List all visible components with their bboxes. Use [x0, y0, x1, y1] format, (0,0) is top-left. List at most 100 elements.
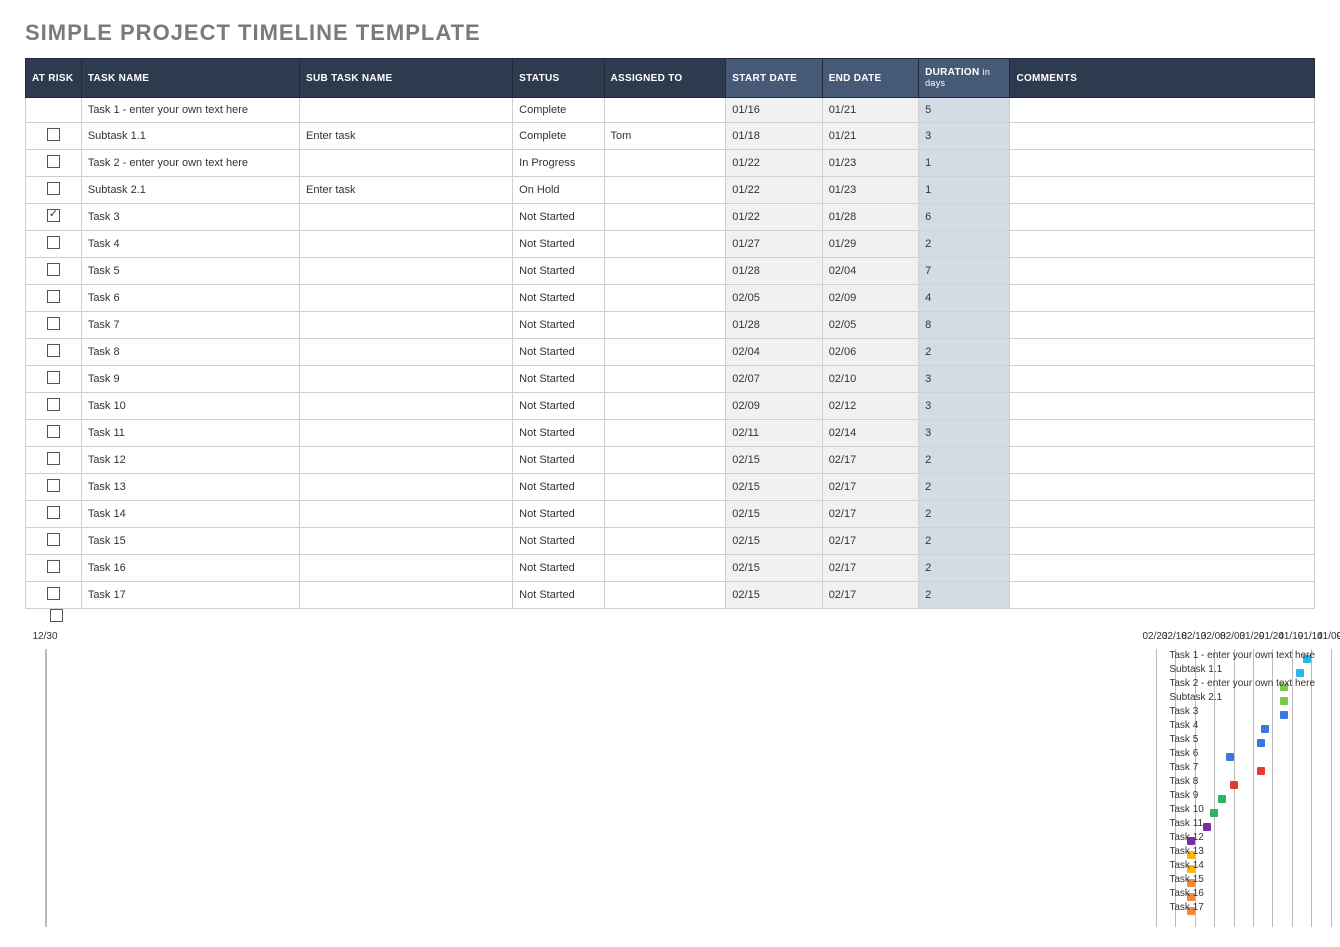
assigned-cell[interactable]	[604, 258, 726, 285]
assigned-cell[interactable]	[604, 339, 726, 366]
start-date-cell[interactable]: 02/15	[726, 555, 822, 582]
end-date-cell[interactable]: 01/23	[822, 150, 918, 177]
task-name-cell[interactable]: Task 1 - enter your own text here	[81, 98, 299, 123]
start-date-cell[interactable]: 01/27	[726, 231, 822, 258]
assigned-cell[interactable]	[604, 501, 726, 528]
comments-cell[interactable]	[1010, 447, 1315, 474]
comments-cell[interactable]	[1010, 150, 1315, 177]
comments-cell[interactable]	[1010, 177, 1315, 204]
assigned-cell[interactable]	[604, 393, 726, 420]
sub-task-cell[interactable]	[300, 420, 513, 447]
comments-cell[interactable]	[1010, 204, 1315, 231]
comments-cell[interactable]	[1010, 98, 1315, 123]
at-risk-checkbox[interactable]	[47, 155, 60, 168]
end-date-cell[interactable]: 01/28	[822, 204, 918, 231]
assigned-cell[interactable]	[604, 312, 726, 339]
assigned-cell[interactable]	[604, 177, 726, 204]
start-date-cell[interactable]: 02/04	[726, 339, 822, 366]
status-cell[interactable]: Not Started	[513, 501, 604, 528]
status-cell[interactable]: Not Started	[513, 339, 604, 366]
task-name-cell[interactable]: Task 12	[81, 447, 299, 474]
end-date-cell[interactable]: 02/17	[822, 555, 918, 582]
status-cell[interactable]: Not Started	[513, 366, 604, 393]
status-cell[interactable]: Not Started	[513, 474, 604, 501]
task-name-cell[interactable]: Task 9	[81, 366, 299, 393]
task-name-cell[interactable]: Task 2 - enter your own text here	[81, 150, 299, 177]
at-risk-checkbox[interactable]	[47, 317, 60, 330]
start-date-cell[interactable]: 01/18	[726, 123, 822, 150]
at-risk-checkbox[interactable]	[47, 263, 60, 276]
status-cell[interactable]: Not Started	[513, 528, 604, 555]
comments-cell[interactable]	[1010, 339, 1315, 366]
task-name-cell[interactable]: Task 16	[81, 555, 299, 582]
status-cell[interactable]: Complete	[513, 98, 604, 123]
end-date-cell[interactable]: 01/21	[822, 123, 918, 150]
start-date-cell[interactable]: 01/22	[726, 204, 822, 231]
sub-task-cell[interactable]	[300, 393, 513, 420]
at-risk-checkbox[interactable]	[47, 182, 60, 195]
end-date-cell[interactable]: 02/14	[822, 420, 918, 447]
start-date-cell[interactable]: 02/15	[726, 474, 822, 501]
sub-task-cell[interactable]: Enter task	[300, 177, 513, 204]
start-date-cell[interactable]: 01/28	[726, 258, 822, 285]
at-risk-checkbox[interactable]	[47, 290, 60, 303]
start-date-cell[interactable]: 02/09	[726, 393, 822, 420]
end-date-cell[interactable]: 02/17	[822, 582, 918, 609]
task-name-cell[interactable]: Task 11	[81, 420, 299, 447]
end-date-cell[interactable]: 02/17	[822, 528, 918, 555]
task-name-cell[interactable]: Task 10	[81, 393, 299, 420]
comments-cell[interactable]	[1010, 258, 1315, 285]
start-date-cell[interactable]: 02/15	[726, 447, 822, 474]
start-date-cell[interactable]: 02/15	[726, 501, 822, 528]
assigned-cell[interactable]	[604, 420, 726, 447]
sub-task-cell[interactable]	[300, 528, 513, 555]
sub-task-cell[interactable]	[300, 366, 513, 393]
at-risk-checkbox[interactable]	[47, 209, 60, 222]
start-date-cell[interactable]: 02/15	[726, 582, 822, 609]
end-date-cell[interactable]: 02/17	[822, 447, 918, 474]
at-risk-checkbox[interactable]	[47, 587, 60, 600]
status-cell[interactable]: Not Started	[513, 420, 604, 447]
end-date-cell[interactable]: 01/21	[822, 98, 918, 123]
status-cell[interactable]: Not Started	[513, 285, 604, 312]
task-name-cell[interactable]: Task 14	[81, 501, 299, 528]
end-date-cell[interactable]: 02/17	[822, 474, 918, 501]
comments-cell[interactable]	[1010, 231, 1315, 258]
start-date-cell[interactable]: 02/07	[726, 366, 822, 393]
assigned-cell[interactable]	[604, 528, 726, 555]
end-date-cell[interactable]: 01/29	[822, 231, 918, 258]
comments-cell[interactable]	[1010, 528, 1315, 555]
end-date-cell[interactable]: 02/06	[822, 339, 918, 366]
assigned-cell[interactable]	[604, 555, 726, 582]
comments-cell[interactable]	[1010, 420, 1315, 447]
start-date-cell[interactable]: 01/16	[726, 98, 822, 123]
at-risk-checkbox[interactable]	[47, 236, 60, 249]
task-name-cell[interactable]: Task 7	[81, 312, 299, 339]
comments-cell[interactable]	[1010, 123, 1315, 150]
task-name-cell[interactable]: Task 15	[81, 528, 299, 555]
assigned-cell[interactable]	[604, 474, 726, 501]
sub-task-cell[interactable]	[300, 98, 513, 123]
end-date-cell[interactable]: 02/10	[822, 366, 918, 393]
end-date-cell[interactable]: 02/05	[822, 312, 918, 339]
task-name-cell[interactable]: Subtask 1.1	[81, 123, 299, 150]
assigned-cell[interactable]	[604, 98, 726, 123]
task-name-cell[interactable]: Subtask 2.1	[81, 177, 299, 204]
status-cell[interactable]: Not Started	[513, 231, 604, 258]
at-risk-checkbox-extra[interactable]	[50, 609, 63, 622]
start-date-cell[interactable]: 01/22	[726, 177, 822, 204]
sub-task-cell[interactable]	[300, 204, 513, 231]
end-date-cell[interactable]: 02/04	[822, 258, 918, 285]
end-date-cell[interactable]: 02/12	[822, 393, 918, 420]
at-risk-checkbox[interactable]	[47, 452, 60, 465]
end-date-cell[interactable]: 02/17	[822, 501, 918, 528]
task-name-cell[interactable]: Task 5	[81, 258, 299, 285]
start-date-cell[interactable]: 01/22	[726, 150, 822, 177]
start-date-cell[interactable]: 02/05	[726, 285, 822, 312]
start-date-cell[interactable]: 02/11	[726, 420, 822, 447]
assigned-cell[interactable]	[604, 447, 726, 474]
task-name-cell[interactable]: Task 17	[81, 582, 299, 609]
comments-cell[interactable]	[1010, 393, 1315, 420]
at-risk-checkbox[interactable]	[47, 398, 60, 411]
status-cell[interactable]: Not Started	[513, 555, 604, 582]
